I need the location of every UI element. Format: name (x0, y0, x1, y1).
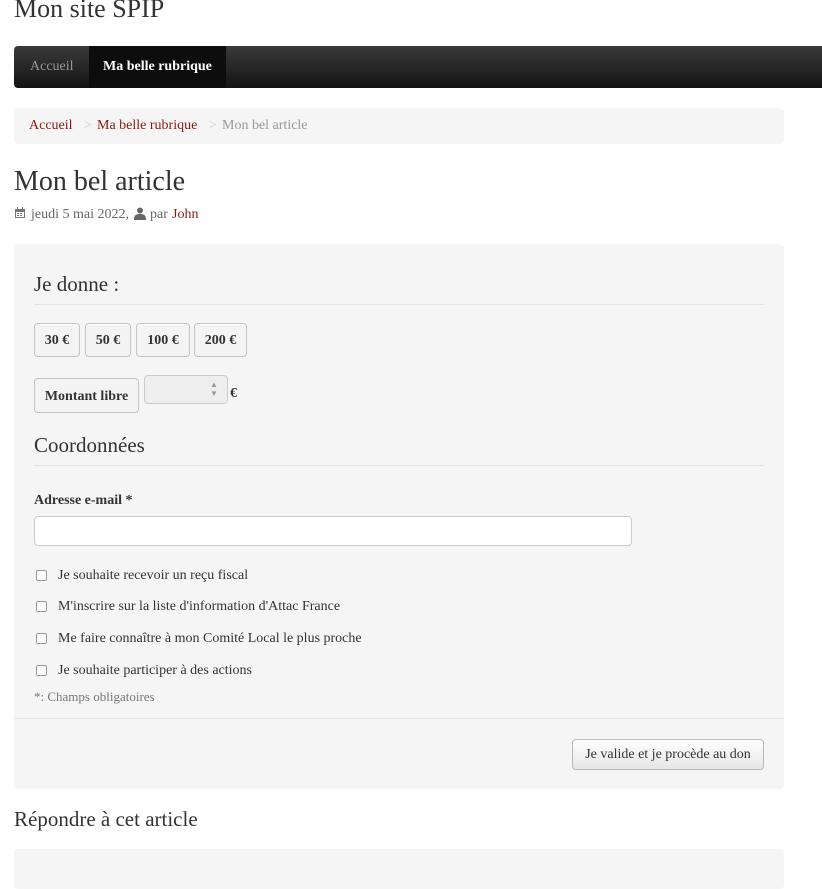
amount-30-button[interactable]: 30 € (34, 323, 80, 357)
divider (34, 465, 764, 466)
donation-legend: Je donne : (34, 272, 120, 296)
required-fields-note: *: Champs obligatoires (34, 689, 155, 704)
main-navbar: Accueil Ma belle rubrique (14, 46, 822, 88)
free-amount-button[interactable]: Montant libre (34, 378, 139, 413)
checkbox[interactable] (36, 665, 47, 676)
article-date: jeudi 5 mai 2022, (31, 207, 129, 222)
reply-form (14, 849, 784, 889)
free-amount-input[interactable]: ▲ ▼ (144, 375, 228, 404)
breadcrumb-link-accueil[interactable]: Accueil (29, 108, 73, 144)
nav-item-accueil[interactable]: Accueil (16, 46, 88, 88)
donation-form: Je donne : 30 € 50 € 100 € 200 € Montant… (14, 244, 784, 789)
submit-donation-button[interactable]: Je valide et je procède au don (572, 739, 764, 770)
checkbox[interactable] (36, 601, 47, 612)
site-title[interactable]: Mon site SPIP (14, 0, 164, 24)
amount-100-button[interactable]: 100 € (136, 323, 190, 357)
checkbox[interactable] (36, 570, 47, 581)
checkbox-label[interactable]: Je souhaite recevoir un reçu fiscal (58, 567, 248, 585)
spinner-arrows-icon[interactable]: ▲ ▼ (209, 380, 219, 398)
divider (34, 304, 764, 305)
amount-50-button[interactable]: 50 € (85, 323, 131, 357)
required-mark: * (125, 493, 133, 508)
user-icon (134, 207, 146, 225)
breadcrumb-separator: > (84, 118, 92, 133)
checkbox-label[interactable]: M'inscrire sur la liste d'information d'… (58, 598, 340, 616)
checkbox[interactable] (36, 633, 47, 644)
amount-200-button[interactable]: 200 € (194, 323, 247, 357)
breadcrumb: Accueil > Ma belle rubrique > Mon bel ar… (14, 108, 784, 144)
article-title: Mon bel article (14, 166, 186, 197)
email-field[interactable] (34, 516, 632, 546)
reply-heading: Répondre à cet article (14, 807, 198, 831)
breadcrumb-current: Mon bel article (222, 118, 308, 133)
currency-symbol: € (230, 386, 237, 401)
form-actions: Je valide et je procède au don (14, 718, 784, 790)
coords-legend: Coordonnées (34, 433, 145, 457)
checkbox-label[interactable]: Me faire connaître à mon Comité Local le… (58, 630, 362, 648)
breadcrumb-link-rubrique[interactable]: Ma belle rubrique (97, 108, 197, 144)
author-prefix: par (150, 207, 168, 222)
author-link[interactable]: John (172, 206, 198, 223)
breadcrumb-separator: > (209, 118, 217, 133)
email-label: Adresse e-mail * (34, 493, 133, 508)
checkbox-label[interactable]: Je souhaite participer à des actions (58, 662, 252, 680)
calendar-icon (14, 207, 26, 224)
nav-item-ma-belle-rubrique[interactable]: Ma belle rubrique (89, 46, 226, 88)
